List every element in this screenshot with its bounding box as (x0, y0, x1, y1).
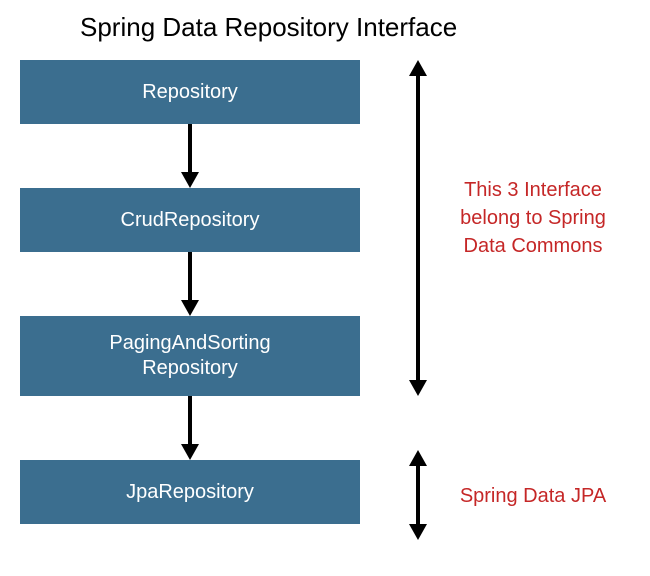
box-paging-sorting-repository-label: PagingAndSorting Repository (109, 331, 270, 381)
annotation-line: belong to Spring (460, 207, 606, 229)
box-paging-sorting-repository: PagingAndSorting Repository (20, 316, 360, 396)
arrow-shaft-icon (188, 124, 192, 172)
arrow-head-icon (181, 444, 199, 460)
box-repository-label: Repository (142, 80, 238, 105)
annotation-commons: This 3 Interface belong to Spring Data C… (438, 176, 628, 260)
annotation-line: Data Commons (464, 235, 603, 257)
diagram-area: Repository CrudRepository PagingAndSorti… (20, 60, 630, 570)
diagram-title: Spring Data Repository Interface (80, 12, 457, 43)
box-repository: Repository (20, 60, 360, 124)
arrow-head-down-icon (409, 524, 427, 540)
annotation-line: This 3 Interface (464, 179, 602, 201)
arrow-head-icon (181, 172, 199, 188)
box-crud-repository: CrudRepository (20, 188, 360, 252)
arrow-shaft-icon (416, 74, 420, 382)
arrow-shaft-icon (188, 396, 192, 444)
arrow-head-down-icon (409, 380, 427, 396)
box-jpa-repository-label: JpaRepository (126, 480, 254, 505)
arrow-shaft-icon (416, 464, 420, 526)
label-line: PagingAndSorting (109, 332, 270, 354)
box-crud-repository-label: CrudRepository (121, 208, 260, 233)
arrow-shaft-icon (188, 252, 192, 300)
label-line: Repository (142, 357, 238, 379)
arrow-head-icon (181, 300, 199, 316)
annotation-line: Spring Data JPA (460, 485, 606, 507)
box-jpa-repository: JpaRepository (20, 460, 360, 524)
annotation-jpa: Spring Data JPA (438, 482, 628, 510)
